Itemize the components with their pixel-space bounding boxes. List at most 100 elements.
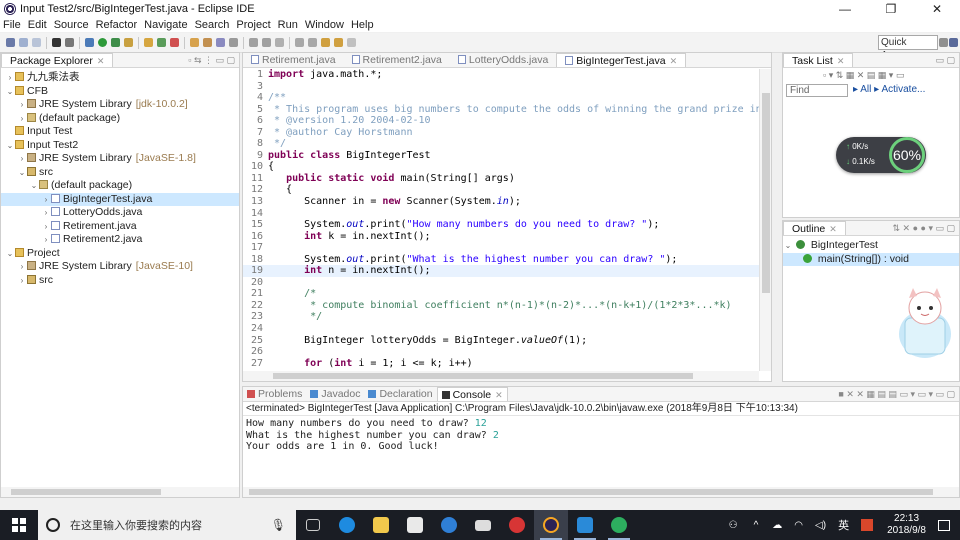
save-all-icon[interactable] xyxy=(32,38,41,47)
forward-icon[interactable] xyxy=(347,38,356,47)
chevron-down-icon[interactable]: ⌄ xyxy=(5,247,15,261)
editor-tab[interactable]: Retirement2.java xyxy=(344,53,450,67)
close-button[interactable]: ✕ xyxy=(914,2,960,16)
code-line[interactable]: 27 for (int i = 1; i <= k; i++) xyxy=(243,358,759,370)
tree-item[interactable]: ⌄ (default package) xyxy=(1,179,239,193)
toggle-mark-icon[interactable] xyxy=(249,38,258,47)
task-view-button[interactable] xyxy=(296,510,330,540)
horizontal-scrollbar[interactable] xyxy=(243,487,959,497)
taskbar-eclipse[interactable] xyxy=(534,510,568,540)
menu-project[interactable]: Project xyxy=(236,19,270,31)
editor-tab[interactable]: LotteryOdds.java xyxy=(450,53,556,67)
tree-item[interactable]: ⌄ CFB xyxy=(1,85,239,99)
horizontal-scrollbar[interactable] xyxy=(243,371,759,381)
minimize-icon[interactable]: ▭ ▢ xyxy=(935,53,959,67)
tree-item[interactable]: ⌄ src xyxy=(1,166,239,180)
save-icon[interactable] xyxy=(19,38,28,47)
activate-link[interactable]: Activate... xyxy=(881,84,925,95)
editor-tab[interactable]: Retirement.java xyxy=(243,53,344,67)
code-line[interactable]: 19 int n = in.nextInt(); xyxy=(243,265,759,277)
outline-toolbar[interactable]: ⇅ ✕ ● ● ▾ ▭ ▢ xyxy=(893,221,959,235)
taskbar-wps[interactable] xyxy=(568,510,602,540)
sogou-icon[interactable] xyxy=(861,519,874,531)
tab-task-list[interactable]: Task List ✕ xyxy=(783,53,854,67)
close-icon[interactable]: ✕ xyxy=(97,56,105,66)
chevron-right-icon[interactable]: › xyxy=(17,260,27,274)
menu-file[interactable]: File xyxy=(3,19,21,31)
java-perspective-icon[interactable] xyxy=(949,38,958,47)
code-line[interactable]: 1 import java.math.*; xyxy=(243,69,759,81)
code-line[interactable]: 25 BigInteger lotteryOdds = BigInteger.v… xyxy=(243,335,759,347)
volume-icon[interactable]: ◁) xyxy=(815,520,826,531)
clock[interactable]: 22:13 2018/9/8 xyxy=(887,513,926,537)
code-line[interactable]: 21 /* xyxy=(243,288,759,300)
close-icon[interactable]: ✕ xyxy=(829,224,837,234)
all-link[interactable]: All xyxy=(860,84,871,95)
new-package-icon[interactable] xyxy=(157,38,166,47)
onedrive-icon[interactable]: ☁ xyxy=(772,520,782,531)
tree-item[interactable]: › Retirement2.java xyxy=(1,233,239,247)
menu-search[interactable]: Search xyxy=(195,19,230,31)
menu-edit[interactable]: Edit xyxy=(28,19,47,31)
taskbar-wechat[interactable] xyxy=(602,510,636,540)
debug-icon[interactable] xyxy=(85,38,94,47)
code-line[interactable]: 10 { xyxy=(243,161,759,173)
code-line[interactable]: 9 public class BigIntegerTest xyxy=(243,150,759,162)
close-icon[interactable]: ✕ xyxy=(837,56,845,66)
chevron-right-icon[interactable]: › xyxy=(17,112,27,126)
start-button[interactable] xyxy=(0,510,38,540)
horizontal-scrollbar[interactable] xyxy=(1,487,239,497)
tree-item[interactable]: Input Test xyxy=(1,125,239,139)
taskbar-app-blue[interactable] xyxy=(432,510,466,540)
vertical-scrollbar[interactable] xyxy=(759,69,771,371)
editor-tab[interactable]: BigIntegerTest.java ✕ xyxy=(556,53,687,67)
view-menu-icon[interactable]: ▫ ⇆ ⋮ ▭ ▢ xyxy=(188,53,239,67)
code-line[interactable]: 13 Scanner in = new Scanner(System.in); xyxy=(243,196,759,208)
scrollbar-thumb[interactable] xyxy=(249,489,933,495)
notification-icon[interactable] xyxy=(938,519,950,531)
code-line[interactable]: 11 public static void main(String[] args… xyxy=(243,173,759,185)
wifi-icon[interactable]: ◠ xyxy=(794,520,803,531)
code-line[interactable]: 22 * compute binomial coefficient n*(n-1… xyxy=(243,300,759,312)
scrollbar-thumb[interactable] xyxy=(762,93,770,293)
chevron-right-icon[interactable]: › xyxy=(17,274,27,288)
taskbar-file-explorer[interactable] xyxy=(364,510,398,540)
show-whitespace-icon[interactable] xyxy=(275,38,284,47)
people-icon[interactable]: ⚇ xyxy=(729,520,738,531)
code-line[interactable]: 16 int k = in.nextInt(); xyxy=(243,231,759,243)
tree-item[interactable]: › (default package) xyxy=(1,112,239,126)
find-input[interactable]: Find xyxy=(786,84,848,97)
tab-package-explorer[interactable]: Package Explorer ✕ xyxy=(1,53,114,67)
tree-item[interactable]: ⌄ Input Test2 xyxy=(1,139,239,153)
code-line[interactable]: 12 { xyxy=(243,184,759,196)
tab-declaration[interactable]: Declaration xyxy=(364,387,436,401)
run-icon[interactable] xyxy=(98,38,107,47)
scrollbar-thumb[interactable] xyxy=(273,373,693,379)
last-edit-icon[interactable] xyxy=(321,38,330,47)
tab-outline[interactable]: Outline ✕ xyxy=(783,221,846,235)
network-speed-widget[interactable]: ↑ 0K/s ↓ 0.1K/s 60% xyxy=(836,137,926,173)
desktop-pet-mascot[interactable] xyxy=(895,282,955,360)
taskbar-search-box[interactable]: 在这里输入你要搜索的内容 🎙 xyxy=(38,510,296,540)
chevron-up-icon[interactable]: ^ xyxy=(754,520,759,531)
menu-run[interactable]: Run xyxy=(278,19,298,31)
tab-problems[interactable]: Problems xyxy=(243,387,306,401)
taskbar-edge[interactable] xyxy=(330,510,364,540)
code-line[interactable]: 23 */ xyxy=(243,311,759,323)
perspective-icon[interactable] xyxy=(939,38,948,47)
tree-item[interactable]: › JRE System Library [jdk-10.0.2] xyxy=(1,98,239,112)
code-line[interactable]: 5 * This program uses big numbers to com… xyxy=(243,104,759,116)
code-line[interactable]: 20 xyxy=(243,277,759,289)
external-tools-icon[interactable] xyxy=(124,38,133,47)
chevron-down-icon[interactable]: ⌄ xyxy=(17,166,27,180)
tree-item[interactable]: › JRE System Library [JavaSE-10] xyxy=(1,260,239,274)
code-line[interactable]: 6 * @version 1.20 2004-02-10 xyxy=(243,115,759,127)
chevron-right-icon[interactable]: › xyxy=(5,71,15,85)
menu-window[interactable]: Window xyxy=(305,19,344,31)
quick-access-field[interactable]: Quick Access xyxy=(878,35,938,61)
tree-item[interactable]: › BigIntegerTest.java xyxy=(1,192,239,206)
microphone-icon[interactable]: 🎙 xyxy=(271,518,286,532)
open-task-icon[interactable] xyxy=(203,38,212,47)
tree-item[interactable]: › JRE System Library [JavaSE-1.8] xyxy=(1,152,239,166)
open-type-icon[interactable] xyxy=(190,38,199,47)
